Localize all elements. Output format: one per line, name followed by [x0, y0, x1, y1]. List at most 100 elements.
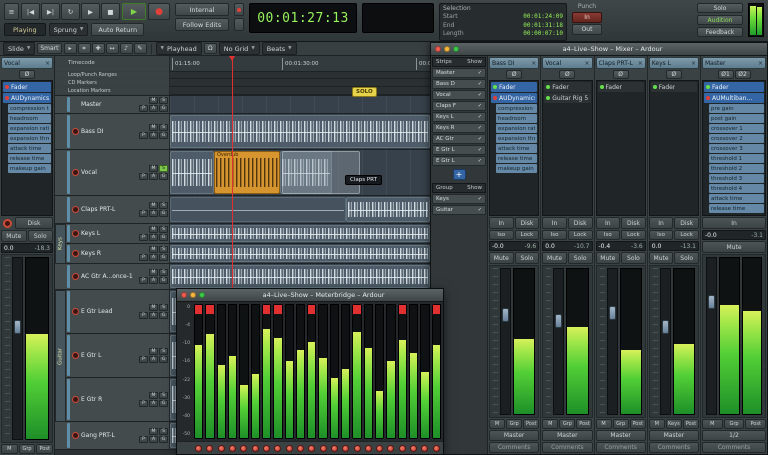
solo-button[interactable]: Solo	[621, 252, 646, 264]
disk-monitor-button[interactable]: Disk	[15, 217, 53, 229]
comments-button[interactable]: Comments	[702, 442, 766, 453]
mute-button[interactable]: Mute	[1, 230, 27, 242]
strip-list-item[interactable]: AC Gtr ✓	[432, 134, 486, 144]
processor-entry[interactable]: threshold 1	[709, 154, 764, 163]
strip-name-button[interactable]: Vocal ×	[542, 57, 593, 69]
close-icon[interactable]: ×	[758, 60, 763, 67]
track-automation-button[interactable]: A	[149, 210, 158, 217]
track-name[interactable]: Claps PRT-L	[81, 206, 137, 213]
midi-panic-button[interactable]: ≡	[4, 3, 19, 20]
record-arm-button[interactable]	[72, 206, 79, 213]
transport-nav-button[interactable]: ▶|	[41, 3, 60, 20]
track-solo-button[interactable]: S	[159, 392, 168, 399]
track-playlist-button[interactable]: P	[139, 132, 148, 139]
solo-button[interactable]: Solo	[674, 252, 699, 264]
disk-monitor-button[interactable]: Disk	[514, 217, 540, 229]
processor-entry[interactable]: Guitar Rig 5 FX	[544, 93, 591, 103]
gain-display[interactable]: -0.4	[599, 243, 611, 250]
visible-checkbox[interactable]: ✓	[478, 114, 482, 120]
record-arm-button[interactable]	[251, 444, 259, 452]
record-arm-button[interactable]	[72, 128, 79, 135]
record-arm-button[interactable]	[72, 273, 79, 280]
processor-entry[interactable]: pre gain	[709, 104, 764, 113]
processor-led-icon[interactable]	[5, 85, 9, 89]
track-group-button[interactable]: G	[159, 132, 168, 139]
transport-nav-button[interactable]: |◀	[21, 3, 40, 20]
processor-entry[interactable]: Fader	[491, 82, 538, 92]
audio-region[interactable]	[170, 225, 430, 242]
track-playlist-button[interactable]: P	[139, 210, 148, 217]
track-solo-button[interactable]: S	[159, 97, 168, 104]
output-button[interactable]: Master	[542, 430, 593, 441]
punch-out-button[interactable]: Out	[572, 24, 602, 35]
track-playlist-button[interactable]: P	[139, 105, 148, 112]
record-arm-button[interactable]	[330, 444, 338, 452]
comments-button[interactable]: Comments	[542, 442, 593, 453]
visible-checkbox[interactable]: ✓	[478, 70, 482, 76]
disk-monitor-button[interactable]: Disk	[567, 217, 593, 229]
processor-entry[interactable]: expansion ratio	[8, 124, 51, 133]
processor-entry[interactable]: attack time	[709, 194, 764, 203]
track-group-button[interactable]: G	[159, 436, 168, 443]
feedback-button[interactable]: Feedback	[697, 27, 743, 37]
polarity-button[interactable]: Ø	[612, 70, 629, 79]
record-arm-button[interactable]	[274, 444, 282, 452]
close-window-icon[interactable]	[181, 292, 187, 298]
edit-tool-button[interactable]: ▸	[63, 43, 77, 54]
polarity-button[interactable]: Ø	[506, 70, 523, 79]
record-arm-button[interactable]	[195, 444, 203, 452]
metering-point-button[interactable]: M	[542, 419, 559, 429]
processor-led-icon[interactable]	[599, 85, 604, 89]
selection-start-value[interactable]: 00:01:24:09	[523, 13, 563, 22]
track-mute-button[interactable]: M	[149, 304, 158, 311]
audio-region[interactable]	[346, 197, 430, 222]
track-header[interactable]: Claps PRT-L M S P A G	[55, 196, 170, 223]
peak-display[interactable]: -18.3	[34, 245, 50, 252]
visible-checkbox[interactable]: ✓	[478, 125, 482, 131]
track-name[interactable]: E Gtr R	[81, 396, 137, 403]
edit-tool-button[interactable]: ↔	[105, 43, 119, 54]
close-icon[interactable]: ×	[45, 60, 50, 67]
record-arm-button[interactable]	[229, 444, 237, 452]
processor-entry[interactable]: AUMultiban…	[704, 93, 764, 103]
gain-fader[interactable]	[606, 268, 618, 415]
input-button[interactable]: In	[595, 217, 621, 229]
track-name[interactable]: Keys R	[81, 250, 137, 257]
peak-display[interactable]: -10.7	[574, 243, 590, 250]
show-column-header[interactable]: Show	[467, 59, 482, 65]
follow-edits-button[interactable]: Follow Edits	[175, 18, 229, 31]
sync-source-button[interactable]: Internal	[175, 3, 229, 16]
processor-entry[interactable]: crossover 1	[709, 124, 764, 133]
mute-button[interactable]: Mute	[595, 252, 621, 264]
processor-entry[interactable]: makeup gain	[496, 164, 538, 173]
track-playlist-button[interactable]: P	[139, 277, 148, 284]
output-button[interactable]: Master	[595, 430, 646, 441]
strip-name-button[interactable]: Bass DI ×	[489, 57, 540, 69]
visible-checkbox[interactable]: ✓	[478, 136, 482, 142]
record-arm-button[interactable]	[72, 169, 79, 176]
group-button[interactable]: Grp	[506, 419, 523, 429]
solo-isolate-button[interactable]: Iso	[489, 230, 514, 240]
group-button[interactable]: Grp	[18, 444, 36, 454]
gain-fader[interactable]	[659, 268, 671, 415]
track-header[interactable]: Gang PRT-L M S P A G	[55, 422, 170, 449]
track-group-button[interactable]: G	[159, 400, 168, 407]
strip-name-button[interactable]: Master ×	[702, 57, 766, 69]
processor-entry[interactable]: AUDynamicsPro	[3, 93, 51, 103]
processor-entry[interactable]: headroom	[8, 114, 51, 123]
fader-handle[interactable]	[708, 294, 715, 309]
aux-mini-button[interactable]	[234, 18, 244, 31]
polarity-button[interactable]: Ø	[665, 70, 682, 79]
processor-entry[interactable]: threshold 4	[709, 184, 764, 193]
comments-button[interactable]: Comments	[595, 442, 646, 453]
record-arm-button[interactable]	[398, 444, 406, 452]
meter-position-button[interactable]: Post	[682, 419, 699, 429]
add-strip-button[interactable]: +	[452, 169, 466, 180]
record-arm-button[interactable]	[263, 444, 271, 452]
record-arm-button[interactable]	[72, 250, 79, 257]
transport-nav-button[interactable]: ■	[101, 3, 120, 20]
track-mute-button[interactable]: M	[149, 348, 158, 355]
processor-led-icon[interactable]	[546, 96, 551, 100]
audio-region[interactable]	[170, 115, 430, 148]
gain-display[interactable]: -0.0	[705, 232, 717, 239]
